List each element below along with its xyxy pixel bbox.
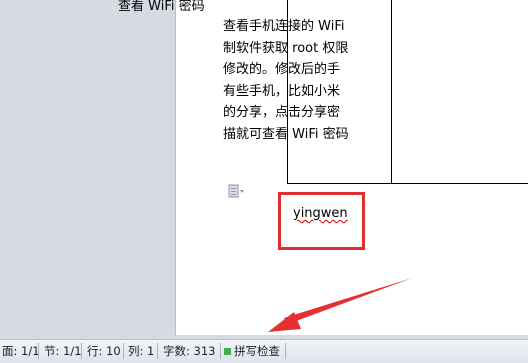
table-right-line: 有些手机，比如小米 [223,83,341,99]
status-separator [81,343,82,359]
table-right-line: 描就可查看 WiFi 密码 [223,126,349,142]
status-section[interactable]: 节: 1/1 [44,343,82,360]
table-right-line: 修改的。修改后的手 [223,62,341,77]
table-right-line: 的分享，点击分享密 [223,105,341,120]
table-right-text: 查看手机连接的 WiFi 制软件获取 root 权限 修改的。修改后的手 有些手… [223,16,349,145]
status-separator [38,343,39,359]
status-separator [123,343,124,359]
status-separator [285,343,286,359]
table-left-text: 查看 WiFi 密码 [118,0,205,18]
status-word-count[interactable]: 字数: 313 [163,343,215,360]
spell-check-label: 拼写检查 [234,344,280,358]
status-bar: 面: 1/1 节: 1/1 行: 10 列: 1 字数: 313 拼写检查 [0,339,528,363]
status-row[interactable]: 行: 10 [87,343,121,360]
highlight-box [278,192,365,250]
spell-check-indicator-icon [224,348,231,355]
typed-text[interactable]: yingwen [293,206,348,221]
paste-options-icon[interactable] [228,184,246,198]
table-left-label: 查看 WiFi 密码 [118,0,205,14]
status-column[interactable]: 列: 1 [128,343,154,360]
status-page[interactable]: 面: 1/1 [2,343,40,360]
status-separator [157,343,158,359]
status-separator [220,343,221,359]
table-cell-right[interactable] [391,0,528,184]
spell-check-button[interactable]: 拼写检查 [224,343,280,360]
table-right-line: 制软件获取 root 权限 [223,40,349,56]
table-right-line: 查看手机连接的 WiFi [223,19,345,34]
